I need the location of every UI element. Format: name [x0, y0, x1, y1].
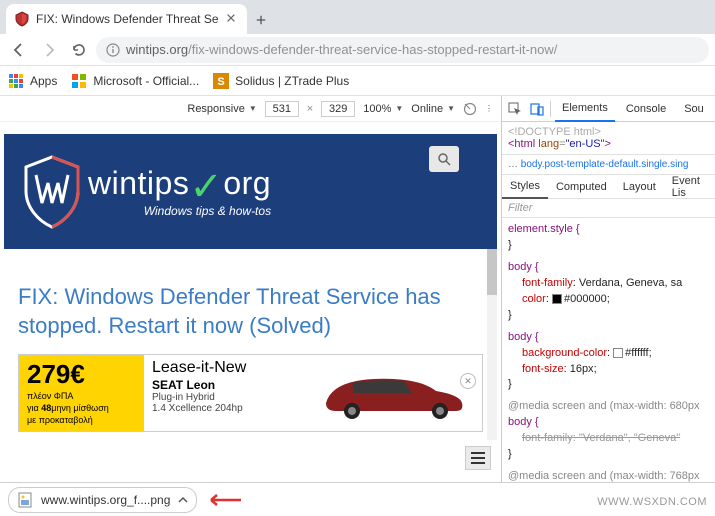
device-mode-label: Responsive [187, 103, 244, 115]
reload-button[interactable] [66, 37, 92, 63]
subtab-layout[interactable]: Layout [615, 175, 664, 199]
apps-label: Apps [30, 74, 57, 88]
wintips-logo-icon [22, 155, 82, 229]
styles-pane[interactable]: element.style { } body { font-family: Ve… [502, 218, 715, 482]
tab-close-icon[interactable] [225, 12, 239, 26]
devtools-toolbar: Elements Console Sou [502, 96, 715, 122]
bookmark-label: Microsoft - Official... [93, 74, 199, 88]
viewport-width-input[interactable]: 531 [265, 101, 299, 117]
subtab-styles[interactable]: Styles [502, 175, 548, 199]
ad-banner[interactable]: 279€ πλέον ΦΠΑ για 48μηνη μίσθωση με προ… [18, 354, 483, 432]
bookmark-solidus[interactable]: S Solidus | ZTrade Plus [213, 73, 349, 89]
subtab-eventlisteners[interactable]: Event Lis [664, 175, 715, 199]
url-text: wintips.org/fix-windows-defender-threat-… [126, 42, 557, 57]
site-info-icon[interactable] [106, 43, 120, 57]
svg-text:S: S [217, 76, 224, 88]
apps-button[interactable]: Apps [8, 73, 57, 89]
forward-button[interactable] [36, 37, 62, 63]
new-tab-button[interactable] [247, 6, 275, 34]
zoom-select[interactable]: 100% ▼ [363, 103, 403, 115]
dom-tree[interactable]: <!DOCTYPE html> <html lang="en-US"> [502, 122, 715, 154]
tab-sources[interactable]: Sou [677, 96, 711, 122]
hamburger-menu-button[interactable] [465, 446, 491, 470]
chevron-down-icon: ▼ [395, 104, 403, 113]
tab-elements[interactable]: Elements [555, 96, 615, 122]
throttle-label: Online [411, 103, 443, 115]
bookmark-label: Solidus | ZTrade Plus [235, 74, 349, 88]
devtools-subtabs: Styles Computed Layout Event Lis [502, 175, 715, 199]
browser-tab[interactable]: FIX: Windows Defender Threat Se [6, 4, 247, 34]
watermark: WWW.WSXDN.COM [597, 496, 707, 508]
tab-console[interactable]: Console [619, 96, 673, 122]
content-area: Responsive ▼ 531 × 329 100% ▼ Online ▼ ⋮ [0, 96, 715, 482]
site-header: wintips✓org Windows tips & how-tos [4, 134, 497, 249]
address-bar[interactable]: wintips.org/fix-windows-defender-threat-… [96, 37, 709, 63]
device-toolbar: Responsive ▼ 531 × 329 100% ▼ Online ▼ ⋮ [0, 96, 501, 122]
apps-icon [8, 73, 24, 89]
ad-price: 279€ [27, 359, 136, 390]
device-mode-select[interactable]: Responsive ▼ [187, 103, 256, 115]
site-brand: wintips✓org [88, 165, 271, 202]
subtab-computed[interactable]: Computed [548, 175, 615, 199]
article-title: FIX: Windows Defender Threat Service has… [18, 283, 483, 340]
device-preview-pane: Responsive ▼ 531 × 329 100% ▼ Online ▼ ⋮ [0, 96, 502, 482]
rendered-page: wintips✓org Windows tips & how-tos FIX: … [0, 122, 501, 482]
bookmark-microsoft[interactable]: Microsoft - Official... [71, 73, 199, 89]
checkmark-icon: ✓ [189, 177, 223, 197]
ad-line: για 48μηνη μίσθωση [27, 404, 136, 414]
chevron-down-icon: ▼ [249, 104, 257, 113]
zoom-label: 100% [363, 103, 391, 115]
file-icon [17, 492, 33, 508]
styles-filter-input[interactable]: Filter [502, 199, 715, 218]
ad-line: πλέον ΦΠΑ [27, 392, 136, 402]
scrollbar-thumb[interactable] [487, 249, 497, 295]
device-toggle-icon[interactable] [528, 100, 546, 118]
favicon-icon [14, 11, 30, 27]
browser-toolbar: wintips.org/fix-windows-defender-threat-… [0, 34, 715, 66]
tab-strip: FIX: Windows Defender Threat Se [0, 0, 715, 34]
rotate-icon[interactable] [463, 102, 477, 116]
throttle-select[interactable]: Online ▼ [411, 103, 455, 115]
ad-car-image [308, 361, 478, 421]
chevron-down-icon: ▼ [447, 104, 455, 113]
more-options-icon[interactable]: ⋮ [485, 104, 493, 113]
breadcrumb[interactable]: … body.post-template-default.single.sing [502, 154, 715, 175]
annotation-arrow-icon [205, 493, 243, 507]
site-tagline: Windows tips & how-tos [88, 204, 271, 218]
download-item[interactable]: www.wintips.org_f....png [8, 487, 197, 513]
chevron-up-icon[interactable] [178, 495, 188, 505]
download-filename: www.wintips.org_f....png [41, 493, 170, 507]
ad-line: με προκαταβολή [27, 416, 136, 426]
solidus-icon: S [213, 73, 229, 89]
devtools-panel: Elements Console Sou <!DOCTYPE html> <ht… [502, 96, 715, 482]
back-button[interactable] [6, 37, 32, 63]
site-search-button[interactable] [429, 146, 459, 172]
microsoft-icon [71, 73, 87, 89]
viewport-height-input[interactable]: 329 [321, 101, 355, 117]
bookmarks-bar: Apps Microsoft - Official... S Solidus |… [0, 66, 715, 96]
tab-title: FIX: Windows Defender Threat Se [36, 12, 219, 26]
dimension-separator: × [307, 103, 313, 115]
inspect-element-icon[interactable] [506, 100, 524, 118]
